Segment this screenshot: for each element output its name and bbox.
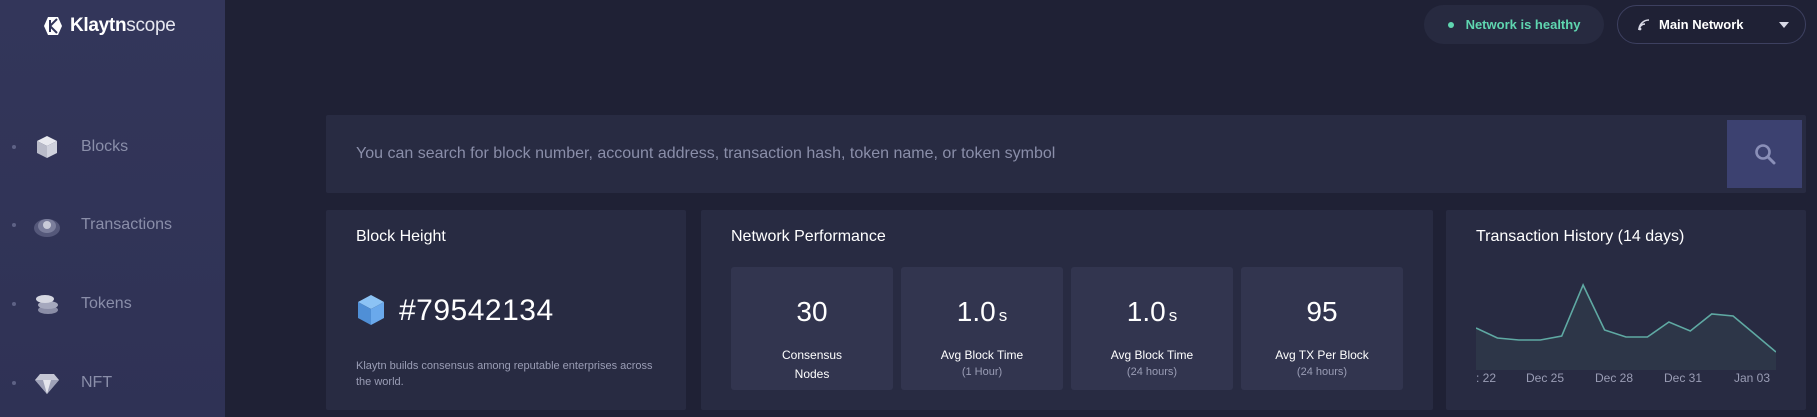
cube-icon: [37, 136, 57, 158]
stat-sublabel: (24 hours): [1296, 366, 1348, 378]
search-icon: [1754, 144, 1775, 165]
search-bar: [326, 115, 1806, 193]
coins-icon: [36, 295, 58, 314]
network-performance-card: Network Performance 30 Consensus Nodes 1…: [701, 210, 1433, 410]
stat-sublabel: (1 Hour): [961, 366, 1003, 378]
sidebar-item-label: NFT: [81, 374, 113, 391]
block-height-card: Block Height #79542134 Klaytn builds con…: [326, 210, 686, 410]
x-tick-label: Dec 28: [1595, 371, 1634, 385]
stat-unit: s: [998, 306, 1008, 325]
stat-label: Avg Block Time: [940, 348, 1024, 362]
x-tick-label: : 22: [1476, 371, 1497, 385]
stat-value: 95: [1306, 296, 1338, 327]
logo-text-bold: Klaytn: [70, 15, 127, 36]
search-button[interactable]: [1727, 120, 1802, 188]
x-tick-label: Jan 03: [1734, 371, 1771, 385]
stat-avg-block-time-1h: 1.0 s Avg Block Time (1 Hour): [901, 267, 1063, 390]
klaytnscope-logo[interactable]: Klaytnscope: [42, 14, 176, 38]
logo-text-light: scope: [126, 15, 176, 36]
card-title: Transaction History (14 days): [1476, 228, 1685, 245]
health-status-text: Network is healthy: [1465, 17, 1581, 32]
card-title: Block Height: [356, 228, 446, 245]
network-selector[interactable]: Main Network: [1617, 5, 1806, 44]
stat-value: 1.0: [956, 296, 996, 327]
stat-label: Avg Block Time: [1110, 348, 1194, 362]
card-title: Network Performance: [731, 228, 886, 245]
transaction-history-card: Transaction History (14 days) : 22 Dec 2…: [1446, 210, 1806, 410]
stat-consensus-nodes: 30 Consensus Nodes: [731, 267, 893, 390]
x-tick-label: Dec 31: [1664, 371, 1703, 385]
search-input[interactable]: [356, 139, 1696, 169]
nav-bullet: [12, 145, 16, 149]
sidebar-item-label: Transactions: [81, 216, 172, 233]
stat-label: Consensus Nodes: [782, 348, 843, 381]
stat-label: Avg TX Per Block: [1275, 348, 1369, 362]
nav-bullet: [12, 302, 16, 306]
sidebar-item-label: Tokens: [81, 295, 132, 312]
sidebar-item-tokens[interactable]: Tokens: [0, 284, 225, 324]
nav-bullet: [12, 223, 16, 227]
health-status-dot: [1447, 21, 1454, 28]
stat-value: 30: [796, 296, 828, 327]
klaytn-logo-icon: [44, 17, 62, 35]
sidebar-item-blocks[interactable]: Blocks: [0, 127, 225, 167]
block-height-value[interactable]: #79542134: [399, 294, 554, 328]
chart-area-fill: [1476, 285, 1776, 370]
signal-icon: [1638, 19, 1650, 31]
sidebar-item-label: Blocks: [81, 138, 129, 155]
stat-avg-block-time-24h: 1.0 s Avg Block Time (24 hours): [1071, 267, 1233, 390]
network-health-badge: Network is healthy: [1424, 5, 1604, 44]
sidebar-item-transactions[interactable]: Transactions: [0, 205, 225, 245]
stat-avg-tx-per-block: 95 Avg TX Per Block (24 hours): [1241, 267, 1403, 390]
network-selector-label: Main Network: [1659, 17, 1744, 32]
chevron-down-icon: [1779, 22, 1789, 28]
x-tick-label: Dec 25: [1526, 371, 1565, 385]
transaction-history-chart[interactable]: [1476, 270, 1776, 370]
block-height-description: Klaytn builds consensus among reputable …: [356, 360, 653, 388]
cube-icon: [358, 295, 384, 325]
sidebar-item-nft[interactable]: NFT: [0, 363, 225, 403]
stat-unit: s: [1168, 306, 1178, 325]
transactions-icon: [34, 219, 60, 237]
sidebar: Klaytnscope Blocks Transactions Tokens N…: [0, 0, 225, 417]
diamond-icon: [35, 374, 59, 394]
stat-value: 1.0: [1126, 296, 1166, 327]
nav-bullet: [12, 381, 16, 385]
stat-sublabel: (24 hours): [1126, 366, 1178, 378]
